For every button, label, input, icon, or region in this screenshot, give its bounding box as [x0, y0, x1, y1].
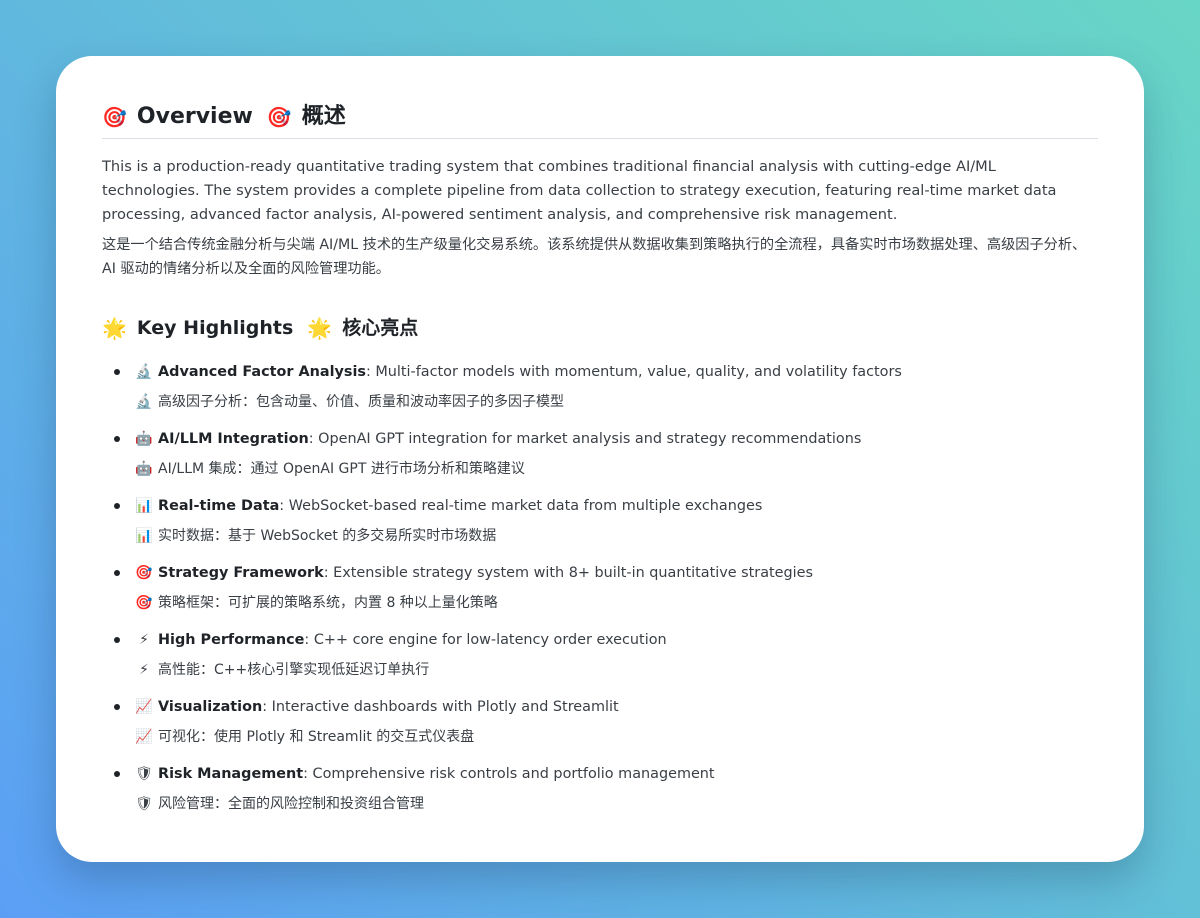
lightning-icon: ⚡ [139, 632, 149, 648]
target-icon: 🎯 [135, 565, 153, 581]
highlight-desc: : Multi-factor models with momentum, val… [365, 364, 902, 380]
bullet-dot [114, 637, 120, 643]
line-chart-icon: 📈 [135, 729, 153, 745]
list-item: 🎯 Strategy Framework: Extensible strategy… [102, 560, 1098, 616]
list-item: 🤖 AI/LLM Integration: OpenAI GPT integrat… [102, 426, 1098, 482]
microscope-icon: 🔬 [135, 394, 153, 410]
list-item: 📈 Visualization: Interactive dashboards w… [102, 694, 1098, 750]
highlight-label: Risk Management [158, 766, 304, 782]
highlight-zh: 🔬 高级因子分析：包含动量、价值、质量和波动率因子的多因子模型 [135, 389, 1098, 415]
highlight-zh-text: AI/LLM 集成：通过 OpenAI GPT 进行市场分析和策略建议 [158, 461, 525, 477]
highlight-zh: 📈 可视化：使用 Plotly 和 Streamlit 的交互式仪表盘 [135, 724, 1098, 750]
highlight-desc: : C++ core engine for low-latency order … [304, 632, 667, 648]
highlight-desc: : WebSocket-based real-time market data … [279, 498, 763, 514]
highlight-label: High Performance [158, 632, 305, 648]
lightning-icon: ⚡ [139, 662, 149, 678]
highlight-en: 📈 Visualization: Interactive dashboards w… [135, 694, 1098, 720]
highlights-heading: 🌟 Key Highlights 🌟 核心亮点 [102, 311, 1098, 345]
bullet-dot [114, 369, 120, 375]
target-icon: 🎯 [102, 105, 127, 129]
bullet-dot [114, 570, 120, 576]
bullet-dot [114, 704, 120, 710]
highlight-zh-text: 风险管理：全面的风险控制和投资组合管理 [158, 796, 424, 812]
bullet-dot [114, 503, 120, 509]
highlight-label: Visualization [158, 699, 263, 715]
highlight-desc: : Interactive dashboards with Plotly and… [262, 699, 619, 715]
overview-title-en: Overview [136, 104, 253, 129]
highlight-en: ⚡ High Performance: C++ core engine for l… [135, 627, 1098, 653]
highlight-label: Advanced Factor Analysis [158, 364, 366, 380]
highlights-list: 🔬 Advanced Factor Analysis: Multi-factor … [102, 359, 1098, 817]
shield-icon: 🛡 [135, 796, 153, 812]
highlight-desc: : Extensible strategy system with 8+ bui… [323, 565, 814, 581]
highlight-en: 🛡 Risk Management: Comprehensive risk con… [135, 761, 1098, 787]
shield-icon: 🛡 [135, 766, 153, 782]
bar-chart-icon: 📊 [135, 498, 153, 514]
list-item: 📊 Real-time Data: WebSocket-based real-ti… [102, 493, 1098, 549]
highlight-zh-text: 策略框架：可扩展的策略系统，内置 8 种以上量化策略 [158, 595, 498, 611]
highlights-title-zh: 核心亮点 [342, 317, 419, 339]
highlight-en: 📊 Real-time Data: WebSocket-based real-ti… [135, 493, 1098, 519]
bar-chart-icon: 📊 [135, 528, 153, 544]
highlight-zh-text: 实时数据：基于 WebSocket 的多交易所实时市场数据 [158, 528, 497, 544]
list-item: ⚡ High Performance: C++ core engine for l… [102, 627, 1098, 683]
target-icon: 🎯 [266, 105, 292, 129]
sun-icon: 🌟 [307, 316, 333, 340]
highlight-zh-text: 高级因子分析：包含动量、价值、质量和波动率因子的多因子模型 [158, 394, 564, 410]
overview-heading: 🎯 Overview 🎯 概述 [102, 100, 1098, 139]
highlight-label: Strategy Framework [158, 565, 324, 581]
highlight-zh-text: 高性能：C++核心引擎实现低延迟订单执行 [158, 662, 430, 678]
highlight-zh-text: 可视化：使用 Plotly 和 Streamlit 的交互式仪表盘 [158, 729, 475, 745]
microscope-icon: 🔬 [135, 364, 153, 380]
highlight-zh: 📊 实时数据：基于 WebSocket 的多交易所实时市场数据 [135, 523, 1098, 549]
robot-icon: 🤖 [135, 431, 153, 447]
highlight-en: 🔬 Advanced Factor Analysis: Multi-factor … [135, 359, 1098, 385]
overview-title-zh: 概述 [301, 104, 346, 129]
sun-icon: 🌟 [102, 316, 127, 340]
highlight-en: 🎯 Strategy Framework: Extensible strategy… [135, 560, 1098, 586]
overview-paragraph-en: This is a production-ready quantitative … [102, 158, 1057, 223]
list-item: 🔬 Advanced Factor Analysis: Multi-factor … [102, 359, 1098, 415]
target-icon: 🎯 [135, 595, 153, 611]
highlight-zh: 🛡 风险管理：全面的风险控制和投资组合管理 [135, 791, 1098, 817]
list-item: 🛡 Risk Management: Comprehensive risk con… [102, 761, 1098, 817]
robot-icon: 🤖 [135, 461, 153, 477]
highlight-desc: : OpenAI GPT integration for market anal… [308, 431, 862, 447]
bullet-dot [114, 771, 120, 777]
highlight-zh: 🤖 AI/LLM 集成：通过 OpenAI GPT 进行市场分析和策略建议 [135, 456, 1098, 482]
highlights-title-en: Key Highlights [136, 317, 294, 339]
highlight-desc: : Comprehensive risk controls and portfo… [303, 766, 715, 782]
highlight-label: Real-time Data [158, 498, 280, 514]
highlight-en: 🤖 AI/LLM Integration: OpenAI GPT integrat… [135, 426, 1098, 452]
highlight-label: AI/LLM Integration [158, 431, 309, 447]
highlight-zh: 🎯 策略框架：可扩展的策略系统，内置 8 种以上量化策略 [135, 590, 1098, 616]
readme-card: 🎯 Overview 🎯 概述 This is a production-rea… [56, 56, 1144, 862]
line-chart-icon: 📈 [135, 699, 153, 715]
overview-paragraph-zh: 这是一个结合传统金融分析与尖端 AI/ML 技术的生产级量化交易系统。该系统提供… [102, 237, 1087, 277]
bullet-dot [114, 436, 120, 442]
highlight-zh: ⚡ 高性能：C++核心引擎实现低延迟订单执行 [135, 657, 1098, 683]
